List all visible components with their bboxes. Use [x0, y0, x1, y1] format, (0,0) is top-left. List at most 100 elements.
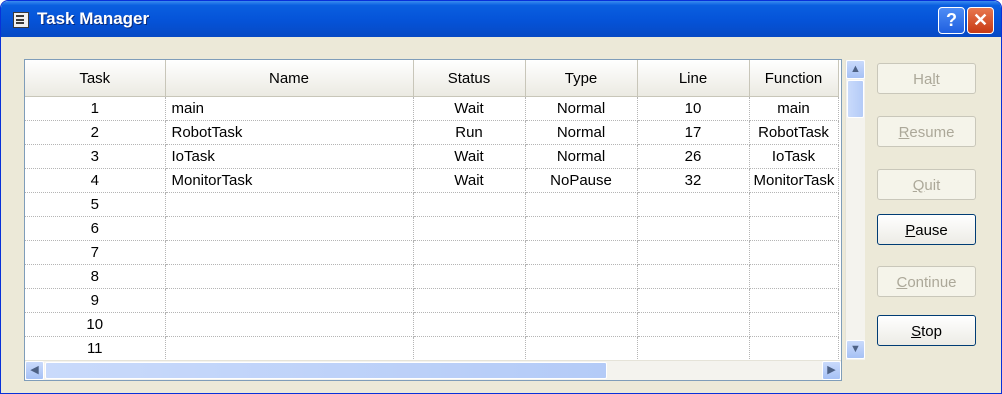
- cell-task: 7: [25, 240, 166, 265]
- table-row[interactable]: 10: [25, 312, 839, 337]
- column-header-function[interactable]: Function: [749, 60, 839, 97]
- column-header-type[interactable]: Type: [525, 60, 638, 97]
- cell-name: main: [165, 96, 414, 121]
- window-icon: [13, 12, 29, 28]
- cell-line: 32: [637, 168, 750, 193]
- table-row[interactable]: 3 IoTask Wait Normal 26 IoTask: [25, 144, 839, 169]
- cell-status: [413, 264, 526, 289]
- table-row[interactable]: 6: [25, 216, 839, 241]
- vertical-scrollbar[interactable]: ▲ ▼: [845, 60, 865, 360]
- task-table: Task Name Status Type Line Function 1 mai…: [25, 60, 839, 361]
- column-header-task[interactable]: Task: [25, 60, 166, 97]
- cell-line: [637, 336, 750, 361]
- column-header-status[interactable]: Status: [413, 60, 526, 97]
- cell-function: [749, 192, 839, 217]
- cell-task: 11: [25, 336, 166, 361]
- cell-task: 6: [25, 216, 166, 241]
- cell-name: [165, 312, 414, 337]
- cell-name: [165, 192, 414, 217]
- cell-type: [525, 336, 638, 361]
- cell-function: MonitorTask: [749, 168, 839, 193]
- cell-line: 17: [637, 120, 750, 145]
- cell-name: MonitorTask: [165, 168, 414, 193]
- cell-status: Run: [413, 120, 526, 145]
- table-row[interactable]: 2 RobotTask Run Normal 17 RobotTask: [25, 120, 839, 145]
- cell-function: main: [749, 96, 839, 121]
- stop-button[interactable]: Stop: [877, 315, 976, 346]
- cell-function: [749, 288, 839, 313]
- cell-type: [525, 216, 638, 241]
- chevron-right-icon[interactable]: ▶: [822, 361, 841, 380]
- cell-function: [749, 216, 839, 241]
- horizontal-scrollbar[interactable]: ◀ ▶: [25, 360, 841, 380]
- cell-name: [165, 288, 414, 313]
- chevron-left-icon[interactable]: ◀: [25, 361, 44, 380]
- continue-button[interactable]: Continue: [877, 266, 976, 297]
- close-icon[interactable]: ✕: [967, 7, 994, 34]
- stop-label-accel: S: [911, 323, 922, 340]
- table-row[interactable]: 7: [25, 240, 839, 265]
- cell-status: Wait: [413, 96, 526, 121]
- cell-name: [165, 216, 414, 241]
- column-header-name[interactable]: Name: [165, 60, 414, 97]
- cell-type: Normal: [525, 144, 638, 169]
- cell-line: [637, 192, 750, 217]
- quit-label-post: uit: [924, 177, 941, 194]
- cell-status: [413, 240, 526, 265]
- cell-type: NoPause: [525, 168, 638, 193]
- table-row[interactable]: 11: [25, 336, 839, 361]
- cell-task: 10: [25, 312, 166, 337]
- chevron-up-icon[interactable]: ▲: [846, 60, 865, 79]
- cell-line: [637, 240, 750, 265]
- quit-button[interactable]: Quit: [877, 169, 976, 200]
- cell-task: 2: [25, 120, 166, 145]
- cell-status: [413, 312, 526, 337]
- cell-type: [525, 288, 638, 313]
- header-row: Task Name Status Type Line Function: [25, 60, 839, 97]
- cell-status: [413, 336, 526, 361]
- pause-button[interactable]: Pause: [877, 214, 976, 245]
- cell-function: [749, 240, 839, 265]
- cell-line: 10: [637, 96, 750, 121]
- chevron-down-icon[interactable]: ▼: [846, 340, 865, 359]
- quit-label-accel: Q: [912, 177, 925, 194]
- stop-label-post: top: [921, 323, 942, 340]
- help-icon[interactable]: ?: [938, 7, 965, 34]
- cell-status: Wait: [413, 168, 526, 193]
- task-manager-window: Task Manager ? ✕ Task Name Status Type L…: [0, 0, 1002, 394]
- column-header-line[interactable]: Line: [637, 60, 750, 97]
- vertical-scroll-thumb[interactable]: [847, 80, 864, 118]
- cell-line: 26: [637, 144, 750, 169]
- task-grid: Task Name Status Type Line Function 1 mai…: [24, 59, 865, 381]
- window-title: Task Manager: [37, 9, 150, 28]
- cell-type: [525, 192, 638, 217]
- halt-label-pre: Ha: [913, 71, 933, 88]
- cell-type: Normal: [525, 120, 638, 145]
- cell-status: [413, 192, 526, 217]
- table-row[interactable]: 5: [25, 192, 839, 217]
- table-row[interactable]: 9: [25, 288, 839, 313]
- table-row[interactable]: 4 MonitorTask Wait NoPause 32 MonitorTask: [25, 168, 839, 193]
- horizontal-scroll-thumb[interactable]: [45, 362, 607, 379]
- cell-name: [165, 336, 414, 361]
- cell-line: [637, 312, 750, 337]
- cell-line: [637, 216, 750, 241]
- cell-task: 1: [25, 96, 166, 121]
- cell-type: Normal: [525, 96, 638, 121]
- cell-status: [413, 288, 526, 313]
- table-row[interactable]: 8: [25, 264, 839, 289]
- cell-task: 4: [25, 168, 166, 193]
- table-row[interactable]: 1 main Wait Normal 10 main: [25, 96, 839, 121]
- title-bar[interactable]: Task Manager ? ✕: [1, 1, 1001, 37]
- cell-function: [749, 312, 839, 337]
- cell-task: 9: [25, 288, 166, 313]
- pause-label-post: ause: [915, 222, 948, 239]
- halt-button[interactable]: Halt: [877, 63, 976, 94]
- cell-name: RobotTask: [165, 120, 414, 145]
- resume-label-accel: R: [898, 124, 910, 141]
- resume-label-post: esume: [909, 124, 955, 141]
- cell-status: Wait: [413, 144, 526, 169]
- continue-label-accel: C: [896, 274, 908, 291]
- resume-button[interactable]: Resume: [877, 116, 976, 147]
- cell-type: [525, 240, 638, 265]
